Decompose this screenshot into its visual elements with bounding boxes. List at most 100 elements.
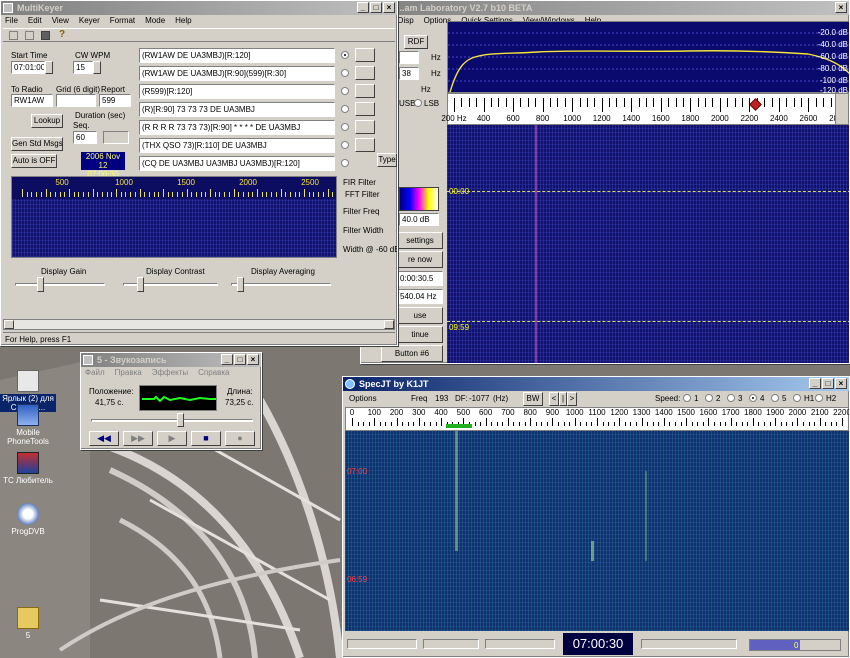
specjt-ruler[interactable]: 0 100 200 300 400 500 600 700 800 900 1000 1100 1200…: [345, 407, 849, 431]
close-icon[interactable]: ×: [247, 354, 259, 365]
message-radio-1[interactable]: [341, 51, 349, 59]
desktop-icon-mobile-phonetools[interactable]: Mobile PhoneTools: [0, 404, 56, 446]
open-icon[interactable]: [25, 31, 34, 40]
left-arrow-button[interactable]: <: [549, 392, 559, 406]
continue-button[interactable]: tinue: [397, 326, 443, 343]
use-button[interactable]: use: [397, 307, 443, 324]
auto-off-button[interactable]: Auto is OFF: [11, 154, 57, 168]
pipe-button[interactable]: |: [559, 392, 567, 406]
desktop-icon-tc[interactable]: TC Любитель: [0, 452, 56, 485]
cw-wpm-field[interactable]: 15: [73, 61, 93, 74]
spectrum-lab-titlebar[interactable]: ...am Laboratory V2.7 b10 BETA ×: [361, 1, 849, 15]
menu-help[interactable]: Справка: [198, 367, 229, 379]
message-send-button-1[interactable]: [355, 48, 375, 62]
message-radio-2[interactable]: [341, 69, 349, 77]
display-gain-slider[interactable]: [37, 277, 44, 292]
menu-effects[interactable]: Эффекты: [152, 367, 188, 379]
jt-slider-track-1[interactable]: [347, 639, 417, 649]
message-field-2[interactable]: (RW1AW DE UA3MBJ)[R:90](599)[R:30]: [139, 66, 335, 81]
rewind-button[interactable]: ◀◀: [89, 431, 119, 446]
minimize-icon[interactable]: _: [221, 354, 233, 365]
sound-recorder-titlebar[interactable]: 5 - Звукозапись _ □ ×: [81, 353, 261, 367]
message-send-button-5[interactable]: [355, 120, 375, 134]
menu-mode[interactable]: Mode: [145, 15, 165, 27]
sl-waterfall[interactable]: 00:00 09:59: [447, 125, 849, 363]
message-send-button-4[interactable]: [355, 102, 375, 116]
jt-slider-track-4[interactable]: [641, 639, 737, 649]
report-field[interactable]: 599: [99, 94, 131, 107]
sl-scrollbar[interactable]: [835, 93, 849, 125]
seq-field[interactable]: [103, 131, 129, 144]
specjt-waterfall[interactable]: 07:00 06:59: [345, 431, 849, 631]
sl-frequency-ruler[interactable]: 200 Hz 400 600 800 1000 1200 1400 1600 1800 2000 2…: [441, 93, 849, 125]
mk-waterfall[interactable]: [12, 199, 336, 257]
menu-file[interactable]: File: [5, 15, 18, 27]
gen-std-msgs-button[interactable]: Gen Std Msgs: [11, 137, 63, 151]
to-radio-field[interactable]: RW1AW: [11, 94, 53, 107]
save-icon[interactable]: [41, 31, 50, 40]
button-6[interactable]: Button #6: [381, 345, 443, 362]
message-field-3[interactable]: (R599)[R:120]: [139, 84, 335, 99]
play-button[interactable]: ▶: [157, 431, 187, 446]
multikeyer-titlebar[interactable]: MultiKeyer _ □ ×: [1, 1, 397, 15]
message-send-button-3[interactable]: [355, 84, 375, 98]
message-field-4[interactable]: (R)[R:90] 73 73 73 DE UA3MBJ: [139, 102, 335, 117]
message-field-7[interactable]: (CQ DE UA3MBJ UA3MBJ UA3MBJ)[R:120]: [139, 156, 335, 171]
maximize-icon[interactable]: □: [234, 354, 246, 365]
jt-slider-track-2[interactable]: [423, 639, 479, 649]
cw-wpm-spinner[interactable]: [93, 61, 101, 74]
scroll-left-icon[interactable]: [4, 320, 14, 329]
start-time-spinner[interactable]: [45, 61, 53, 74]
menu-view[interactable]: View: [52, 15, 69, 27]
maximize-icon[interactable]: □: [822, 378, 834, 389]
start-time-field[interactable]: 07:01:00: [11, 61, 45, 74]
message-radio-4[interactable]: [341, 105, 349, 113]
maximize-icon[interactable]: □: [370, 2, 382, 13]
re-now-button[interactable]: re now: [397, 251, 443, 268]
speed-radio-4[interactable]: [749, 394, 757, 402]
message-radio-6[interactable]: [341, 141, 349, 149]
duration-field[interactable]: 60: [73, 131, 97, 144]
close-icon[interactable]: ×: [835, 378, 847, 389]
right-arrow-button[interactable]: >: [567, 392, 577, 406]
desktop-icon-folder[interactable]: 5: [0, 607, 56, 640]
lookup-button[interactable]: Lookup: [31, 114, 63, 128]
speed-radio-H2[interactable]: [815, 394, 823, 402]
display-averaging-slider[interactable]: [237, 277, 244, 292]
message-radio-7[interactable]: [341, 159, 349, 167]
message-radio-5[interactable]: [341, 123, 349, 131]
mk-horizontal-scrollbar[interactable]: [3, 319, 395, 330]
speed-radio-5[interactable]: [771, 394, 779, 402]
menu-edit[interactable]: Правка: [115, 367, 142, 379]
new-icon[interactable]: [9, 31, 18, 40]
speed-radio-1[interactable]: [683, 394, 691, 402]
speed-radio-2[interactable]: [705, 394, 713, 402]
display-contrast-slider[interactable]: [137, 277, 144, 292]
minimize-icon[interactable]: _: [357, 2, 369, 13]
sl-field-2[interactable]: 38: [399, 67, 419, 80]
menu-file[interactable]: Файл: [85, 367, 105, 379]
lsb-radio[interactable]: [414, 99, 422, 107]
scroll-right-icon[interactable]: [384, 320, 394, 329]
help-icon[interactable]: ?: [59, 29, 65, 40]
menu-keyer[interactable]: Keyer: [79, 15, 100, 27]
sl-field-1[interactable]: [399, 51, 419, 64]
message-send-button-6[interactable]: [355, 138, 375, 152]
message-field-5[interactable]: (R R R R 73 73 73)[R:90] * * * * DE UA3M…: [139, 120, 335, 135]
menu-format[interactable]: Format: [110, 15, 135, 27]
settings-button[interactable]: settings: [397, 232, 443, 249]
menu-edit[interactable]: Edit: [28, 15, 42, 27]
type-button[interactable]: Type: [377, 153, 397, 167]
spectrum-graph[interactable]: -20.0 dB -40.0 dB -60.0 dB -80.0 dB -100…: [447, 21, 849, 95]
grid-field[interactable]: [56, 94, 96, 107]
message-field-6[interactable]: (THX QSO 73)[R:110] DE UA3MBJ: [139, 138, 335, 153]
options-menu[interactable]: Options: [349, 394, 377, 403]
speed-radio-3[interactable]: [727, 394, 735, 402]
specjt-titlebar[interactable]: SpecJT by K1JT _ □ ×: [343, 377, 849, 391]
stop-button[interactable]: ■: [191, 431, 221, 446]
speed-radio-H1[interactable]: [793, 394, 801, 402]
minimize-icon[interactable]: _: [809, 378, 821, 389]
menu-help[interactable]: Help: [175, 15, 191, 27]
message-radio-3[interactable]: [341, 87, 349, 95]
record-button[interactable]: ●: [225, 431, 255, 446]
